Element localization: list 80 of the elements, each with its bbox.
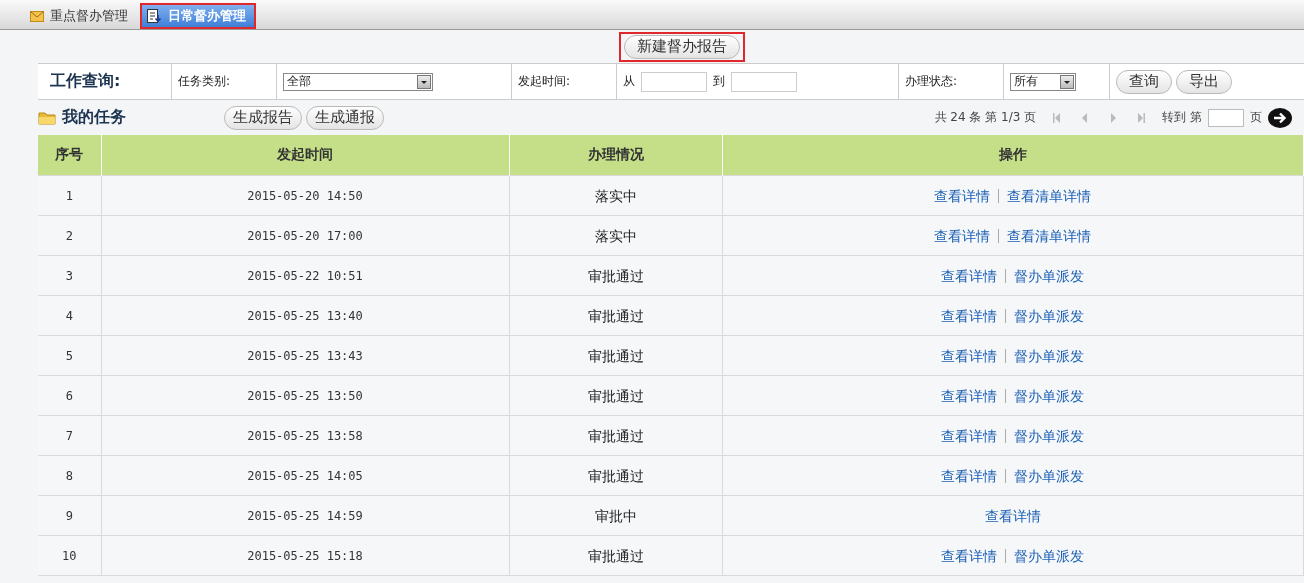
action-link[interactable]: 督办单派发 (1014, 268, 1085, 283)
table-cell: 8 (38, 455, 101, 496)
action-link[interactable]: 督办单派发 (1014, 548, 1085, 563)
column-header: 序号 (38, 135, 101, 176)
field-label: 办理状态: (905, 73, 958, 90)
table-cell: 审批通过 (509, 535, 722, 576)
table-cell: 审批中 (509, 495, 722, 536)
table-cell: 审批通过 (509, 295, 722, 336)
table-cell: 3 (38, 255, 101, 296)
page-summary: 共 24 条 第 1/3 页 (934, 109, 1037, 126)
section-title: 我的任务 (62, 107, 126, 128)
action-link[interactable]: 督办单派发 (1014, 388, 1085, 403)
table-cell: 5 (38, 335, 101, 376)
from-label: 从 (623, 73, 635, 90)
action-link[interactable]: 查看详情 (941, 428, 998, 443)
to-label: 到 (713, 73, 725, 90)
page-field[interactable] (1208, 108, 1244, 127)
report-button[interactable]: 生成报告 (224, 105, 302, 130)
goto-label: 转到 第 (1162, 109, 1202, 126)
date-field[interactable] (731, 71, 797, 92)
table-cell: 审批通过 (509, 375, 722, 416)
table-cell: 10 (38, 535, 101, 576)
query-button[interactable]: 查询 (1116, 69, 1172, 94)
page-unit: 页 (1250, 109, 1262, 126)
report-button[interactable]: 生成通报 (306, 105, 384, 130)
envelope-icon (30, 10, 44, 22)
dropdown[interactable]: 全部 (283, 72, 433, 91)
table-cell: 2015-05-25 13:43 (101, 335, 509, 376)
action-link[interactable]: 查看详情 (941, 308, 998, 323)
column-header: 发起时间 (101, 135, 509, 176)
action-link[interactable]: 查看详情 (934, 188, 991, 203)
table-cell: 2015-05-20 17:00 (101, 215, 509, 256)
action-link[interactable]: 查看详情 (941, 468, 998, 483)
table-cell: 2015-05-22 10:51 (101, 255, 509, 296)
action-link[interactable]: 督办单派发 (1014, 308, 1085, 323)
action-link[interactable]: 查看详情 (934, 228, 991, 243)
action-link[interactable]: 查看详情 (941, 388, 998, 403)
field-label: 任务类别: (178, 73, 231, 90)
dropdown[interactable]: 所有 (1010, 72, 1076, 91)
folder-icon (38, 110, 56, 125)
table-cell: 6 (38, 375, 101, 416)
new-report-button[interactable]: 新建督办报告 (624, 34, 740, 59)
table-cell: 审批通过 (509, 455, 722, 496)
table-cell: 2015-05-20 14:50 (101, 175, 509, 216)
tab[interactable]: 重点督办管理 (24, 3, 138, 29)
table-cell: 2015-05-25 15:18 (101, 535, 509, 576)
table-cell: 落实中 (509, 175, 722, 216)
table-cell: 2015-05-25 13:50 (101, 375, 509, 416)
column-header: 办理情况 (509, 135, 722, 176)
last-page-icon[interactable] (1136, 111, 1147, 124)
table-cell: 审批通过 (509, 415, 722, 456)
field-label: 发起时间: (518, 73, 571, 90)
document-icon (146, 8, 162, 24)
next-page-icon[interactable] (1108, 111, 1119, 124)
action-link[interactable]: 督办单派发 (1014, 468, 1085, 483)
table-cell: 审批通过 (509, 335, 722, 376)
query-button[interactable]: 导出 (1176, 69, 1232, 94)
table-cell: 2015-05-25 13:40 (101, 295, 509, 336)
action-link[interactable]: 查看清单详情 (1007, 188, 1092, 203)
action-link[interactable]: 查看清单详情 (1007, 228, 1092, 243)
column-header: 操作 (722, 135, 1304, 176)
action-link[interactable]: 督办单派发 (1014, 428, 1085, 443)
table-cell: 9 (38, 495, 101, 536)
action-link[interactable]: 查看详情 (941, 348, 998, 363)
table-cell: 4 (38, 295, 101, 336)
table-cell: 2015-05-25 13:58 (101, 415, 509, 456)
table-cell: 2015-05-25 14:59 (101, 495, 509, 536)
table-cell: 1 (38, 175, 101, 216)
table-cell: 2015-05-25 14:05 (101, 455, 509, 496)
action-link[interactable]: 查看详情 (941, 268, 998, 283)
query-title: 工作查询: (49, 71, 121, 92)
action-link[interactable]: 查看详情 (984, 508, 1041, 523)
action-link[interactable]: 督办单派发 (1014, 348, 1085, 363)
first-page-icon[interactable] (1052, 111, 1063, 124)
action-link[interactable]: 查看详情 (941, 548, 998, 563)
table-cell: 落实中 (509, 215, 722, 256)
table-cell: 审批通过 (509, 255, 722, 296)
table-cell: 7 (38, 415, 101, 456)
table-cell: 2 (38, 215, 101, 256)
date-field[interactable] (641, 71, 707, 92)
